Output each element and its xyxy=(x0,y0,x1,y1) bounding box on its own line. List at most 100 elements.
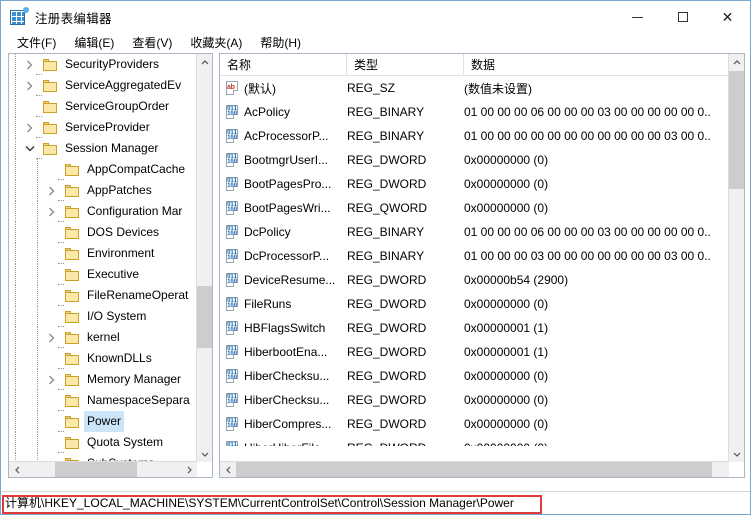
chevron-right-icon[interactable] xyxy=(23,117,36,138)
chevron-right-icon[interactable] xyxy=(45,180,58,201)
tree-no-expander xyxy=(23,96,36,117)
folder-icon xyxy=(43,142,58,155)
menu-file[interactable]: 文件(F) xyxy=(8,32,65,54)
tree-item-appcompatcache[interactable]: AppCompatCache xyxy=(9,159,197,180)
tree-item-environment[interactable]: Environment xyxy=(9,243,197,264)
values-vertical-scroll-thumb[interactable] xyxy=(729,71,744,189)
tree-item-memory-manager[interactable]: Memory Manager xyxy=(9,369,197,390)
tree-guide-line xyxy=(15,201,16,222)
menu-favorites[interactable]: 收藏夹(A) xyxy=(181,32,251,54)
folder-icon xyxy=(65,394,80,407)
value-row[interactable]: 011 100 BootmgrUserI... REG_DWORD 0x00000000… xyxy=(220,148,729,172)
maximize-button[interactable] xyxy=(660,1,705,33)
tree-item-power[interactable]: Power xyxy=(9,411,197,432)
tree-no-expander xyxy=(45,222,58,243)
values-scroll-left-button[interactable] xyxy=(220,462,236,477)
column-type[interactable]: 类型 xyxy=(347,54,464,76)
value-row[interactable]: 011 100 HiberChecksu... REG_DWORD 0x00000000… xyxy=(220,364,729,388)
value-row[interactable]: 011 100 AcProcessorP... REG_BINARY 01 00 00 … xyxy=(220,124,729,148)
tree-vertical-scrollbar[interactable] xyxy=(196,54,212,462)
menu-help[interactable]: 帮助(H) xyxy=(251,32,310,54)
tree-no-expander xyxy=(45,348,58,369)
menu-view[interactable]: 查看(V) xyxy=(123,32,181,54)
folder-icon xyxy=(65,331,80,344)
tree-item-label: AppPatches xyxy=(87,183,152,197)
chevron-right-icon[interactable] xyxy=(45,369,58,390)
value-row[interactable]: 011 100 HiberChecksu... REG_DWORD 0x00000000… xyxy=(220,388,729,412)
binary-value-icon: 011100 xyxy=(225,273,239,287)
tree-horizontal-scroll-thumb[interactable] xyxy=(55,462,137,477)
value-data-cell: (数值未设置) xyxy=(464,81,532,96)
tree-guide-line xyxy=(15,306,16,327)
chevron-down-icon[interactable] xyxy=(23,138,36,159)
value-row[interactable]: ab (默认) REG_SZ (数值未设置) xyxy=(220,76,729,100)
values-horizontal-scroll-thumb[interactable] xyxy=(236,462,712,477)
chevron-right-icon[interactable] xyxy=(45,327,58,348)
tree-item-servicegrouporder[interactable]: ServiceGroupOrder xyxy=(9,96,197,117)
tree-guide-line xyxy=(15,96,16,117)
folder-icon xyxy=(43,79,58,92)
menu-edit[interactable]: 编辑(E) xyxy=(65,32,123,54)
value-name-label: AcPolicy xyxy=(244,105,291,119)
tree-connector xyxy=(58,400,65,411)
value-row[interactable]: 011 100 HBFlagsSwitch REG_DWORD 0x00000001 (… xyxy=(220,316,729,340)
tree-item-session-manager[interactable]: Session Manager xyxy=(9,138,197,159)
column-name[interactable]: 名称 xyxy=(220,54,347,76)
registry-editor-icon xyxy=(10,7,29,26)
value-name-cell: 011 100 BootPagesWri... xyxy=(220,201,347,215)
tree-item-i-o-system[interactable]: I/O System xyxy=(9,306,197,327)
tree-item-filerenameoperat[interactable]: FileRenameOperat xyxy=(9,285,197,306)
value-name-label: BootPagesPro... xyxy=(244,177,332,191)
tree-item-namespacesepara[interactable]: NamespaceSepara xyxy=(9,390,197,411)
chevron-right-icon[interactable] xyxy=(45,201,58,222)
values-horizontal-scrollbar[interactable] xyxy=(220,461,729,477)
minimize-button[interactable] xyxy=(615,1,660,33)
value-row[interactable]: 011 100 FileRuns REG_DWORD 0x00000000 (0) xyxy=(220,292,729,316)
tree-guide-line xyxy=(37,243,38,264)
folder-icon xyxy=(65,289,80,302)
value-row[interactable]: 011 100 HiberCompres... REG_DWORD 0x00000000… xyxy=(220,412,729,436)
value-row[interactable]: 011 100 AcPolicy REG_BINARY 01 00 00 00 06 0… xyxy=(220,100,729,124)
values-scroll-up-button[interactable] xyxy=(729,54,744,70)
tree-item-knowndlls[interactable]: KnownDLLs xyxy=(9,348,197,369)
value-row[interactable]: 011 100 DcProcessorP... REG_BINARY 01 00 00 … xyxy=(220,244,729,268)
tree-vertical-scroll-thumb[interactable] xyxy=(197,286,212,348)
value-name-cell: 011 100 HiberChecksu... xyxy=(220,369,347,383)
tree-item-serviceprovider[interactable]: ServiceProvider xyxy=(9,117,197,138)
tree-item-kernel[interactable]: kernel xyxy=(9,327,197,348)
tree-scroll-down-button[interactable] xyxy=(197,446,212,462)
folder-icon xyxy=(65,205,80,218)
value-name-cell: 011 100 BootmgrUserI... xyxy=(220,153,347,167)
tree-item-dos-devices[interactable]: DOS Devices xyxy=(9,222,197,243)
values-vertical-scrollbar[interactable] xyxy=(728,54,744,462)
tree-item-configuration-mar[interactable]: Configuration Mar xyxy=(9,201,197,222)
value-row[interactable]: 011 100 HiberbootEna... REG_DWORD 0x00000001… xyxy=(220,340,729,364)
values-scroll-down-button[interactable] xyxy=(729,446,744,462)
value-name-label: HiberChecksu... xyxy=(244,369,330,383)
chevron-right-icon[interactable] xyxy=(23,54,36,75)
column-data[interactable]: 数据 xyxy=(464,54,729,76)
tree-item-serviceaggregatedev[interactable]: ServiceAggregatedEv xyxy=(9,75,197,96)
value-row[interactable]: 011100 HiberHiberFile... REG_DWORD0x000000… xyxy=(220,436,729,446)
chevron-right-icon[interactable] xyxy=(23,75,36,96)
tree-scroll-up-button[interactable] xyxy=(197,54,212,70)
tree-item-quota-system[interactable]: Quota System xyxy=(9,432,197,453)
window-title: 注册表编辑器 xyxy=(35,11,112,26)
value-row[interactable]: 011 100 DeviceResume... REG_DWORD 0x00000b54… xyxy=(220,268,729,292)
tree-item-securityproviders[interactable]: SecurityProviders xyxy=(9,54,197,75)
tree-scroll-left-button[interactable] xyxy=(9,462,25,477)
tree-item-executive[interactable]: Executive xyxy=(9,264,197,285)
value-row[interactable]: 011 100 BootPagesWri... REG_QWORD 0x00000000… xyxy=(220,196,729,220)
folder-icon xyxy=(43,121,58,134)
tree-scroll-right-button[interactable] xyxy=(181,462,197,477)
tree-connector xyxy=(58,253,65,264)
value-row[interactable]: 011 100 BootPagesPro... REG_DWORD 0x00000000… xyxy=(220,172,729,196)
value-row[interactable]: 011 100 DcPolicy REG_BINARY 01 00 00 00 06 0… xyxy=(220,220,729,244)
tree-horizontal-scrollbar[interactable] xyxy=(9,461,197,477)
tree-item-label: ServiceAggregatedEv xyxy=(65,78,182,92)
close-button[interactable]: ✕ xyxy=(705,1,750,33)
value-type-cell: REG_DWORD xyxy=(347,417,427,431)
registry-values-panel: 名称 类型 数据 ab (默认) REG_SZ (数值未设置) 011 100 AcPolicy… xyxy=(219,53,745,478)
tree-item-apppatches[interactable]: AppPatches xyxy=(9,180,197,201)
